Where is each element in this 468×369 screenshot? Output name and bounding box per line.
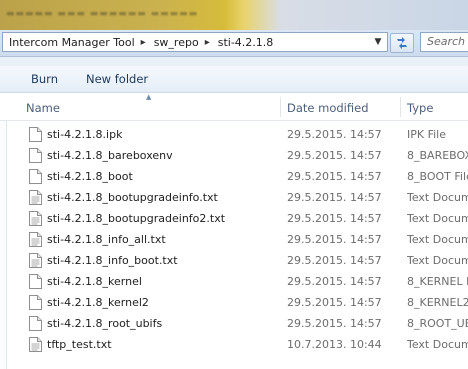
file-name: sti-4.2.1.8_info_all.txt [47,233,166,246]
file-row[interactable]: sti-4.2.1.8_bootupgradeinfo2.txt 29.5.201… [6,208,468,229]
file-type: 8_KERNEL2 [407,296,468,309]
file-row[interactable]: sti-4.2.1.8_bareboxenv 29.5.2015. 14:57 8_… [6,145,468,166]
breadcrumb-separator-icon[interactable]: ▸ [203,37,212,48]
breadcrumb[interactable]: Intercom Manager Tool ▸ sw_repo ▸ sti-4.… [2,32,388,52]
file-row[interactable]: sti-4.2.1.8_bootupgradeinfo.txt 29.5.2015… [6,187,468,208]
file-icon [29,190,42,205]
file-name: sti-4.2.1.8_boot [47,170,133,183]
file-icon [29,316,42,331]
file-date-modified: 29.5.2015. 14:57 [287,212,382,225]
file-name: sti-4.2.1.8_info_boot.txt [47,254,178,267]
file-icon [29,295,42,310]
file-icon [29,274,42,289]
file-date-modified: 29.5.2015. 14:57 [287,275,382,288]
breadcrumb-sw-repo[interactable]: sw_repo [148,36,203,49]
background-banner: ▬▬▬▬▬ ▬▬▬ ▬▬▬▬▬▬ ▬▬▬▬▬ [0,0,468,30]
file-icon [29,148,42,163]
file-name: sti-4.2.1.8_bootupgradeinfo2.txt [47,212,226,225]
file-icon [29,169,42,184]
breadcrumb-sti-4218[interactable]: sti-4.2.1.8 [212,36,278,49]
blurred-banner-text: ▬▬▬▬▬ ▬▬▬ ▬▬▬▬▬▬ ▬▬▬▬▬ [6,9,199,19]
file-type: Text Docum [407,212,468,225]
file-type: 8_ROOT_UE [407,317,468,330]
spacer-strip [0,57,468,66]
file-row[interactable]: sti-4.2.1.8_info_boot.txt 29.5.2015. 14:5… [6,250,468,271]
file-date-modified: 10.7.2013. 10:44 [287,338,382,351]
file-row[interactable]: sti-4.2.1.8_root_ubifs 29.5.2015. 14:57 8_… [6,313,468,334]
file-row[interactable]: sti-4.2.1.8_kernel2 29.5.2015. 14:57 8_KER… [6,292,468,313]
new-folder-button[interactable]: New folder [86,72,148,86]
file-row[interactable]: sti-4.2.1.8_info_all.txt 29.5.2015. 14:57… [6,229,468,250]
file-date-modified: 29.5.2015. 14:57 [287,254,382,267]
column-divider[interactable] [400,97,401,117]
file-row[interactable]: sti-4.2.1.8_boot 29.5.2015. 14:57 8_BOOT F… [6,166,468,187]
file-icon [29,232,42,247]
file-date-modified: 29.5.2015. 14:57 [287,233,382,246]
file-row[interactable]: tftp_test.txt 10.7.2013. 10:44 Text Docum [6,334,468,355]
file-name: sti-4.2.1.8_root_ubifs [47,317,163,330]
file-type: 8_BAREBOX [407,149,468,162]
address-history-dropdown-icon[interactable]: ▼ [371,35,385,49]
file-icon [29,127,42,142]
file-name: sti-4.2.1.8_bareboxenv [47,149,173,162]
file-icon [29,211,42,226]
file-type: IPK File [407,128,446,141]
address-bar: Intercom Manager Tool ▸ sw_repo ▸ sti-4.… [0,30,468,57]
file-type: Text Docum [407,191,468,204]
file-type: Text Docum [407,254,468,267]
file-date-modified: 29.5.2015. 14:57 [287,296,382,309]
file-type: 8_BOOT File [407,170,468,183]
column-header-name[interactable]: Name [26,101,60,115]
sort-ascending-icon: ▲ [146,93,152,101]
file-name: sti-4.2.1.8.ipk [47,128,123,141]
file-type: Text Docum [407,233,468,246]
file-date-modified: 29.5.2015. 14:57 [287,191,382,204]
search-input[interactable]: Search [420,32,468,52]
file-name: sti-4.2.1.8_kernel [47,275,142,288]
file-type: 8_KERNEL F [407,275,468,288]
column-divider[interactable] [280,97,281,117]
file-row[interactable]: sti-4.2.1.8_kernel 29.5.2015. 14:57 8_KERN… [6,271,468,292]
file-name: sti-4.2.1.8_kernel2 [47,296,149,309]
refresh-icon [397,37,407,49]
file-name: sti-4.2.1.8_bootupgradeinfo.txt [47,191,218,204]
file-icon [29,253,42,268]
file-date-modified: 29.5.2015. 14:57 [287,149,382,162]
file-name: tftp_test.txt [47,338,112,351]
command-bar: Burn New folder [0,66,468,93]
breadcrumb-intercom-manager-tool[interactable]: Intercom Manager Tool [3,36,139,49]
burn-button[interactable]: Burn [31,72,58,86]
file-date-modified: 29.5.2015. 14:57 [287,128,382,141]
refresh-button[interactable] [390,33,414,53]
file-row[interactable]: sti-4.2.1.8.ipk 29.5.2015. 14:57 IPK File [6,124,468,145]
file-date-modified: 29.5.2015. 14:57 [287,317,382,330]
file-type: Text Docum [407,338,468,351]
breadcrumb-separator-icon[interactable]: ▸ [139,37,148,48]
file-icon [29,337,42,352]
column-headers: ▲ Name Date modified Type [0,93,468,121]
column-header-type[interactable]: Type [407,101,433,115]
file-date-modified: 29.5.2015. 14:57 [287,170,382,183]
column-header-date-modified[interactable]: Date modified [287,101,369,115]
